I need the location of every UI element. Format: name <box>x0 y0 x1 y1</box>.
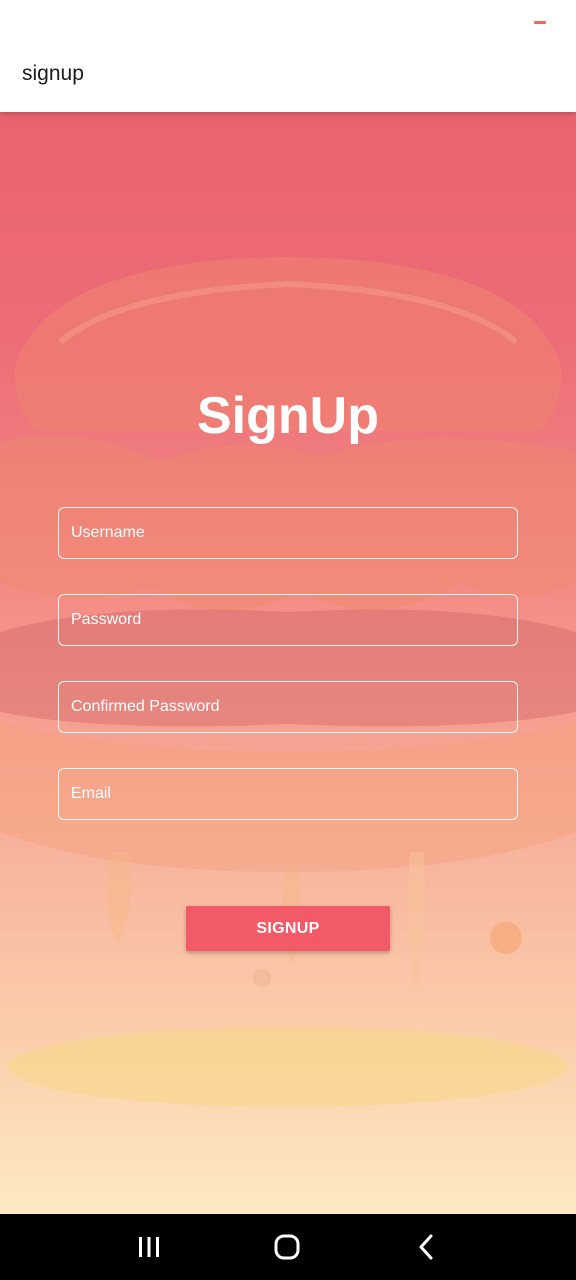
app-bar-title: signup <box>22 62 84 85</box>
confirm-password-input[interactable] <box>59 682 517 732</box>
signup-button[interactable]: SIGNUP <box>186 906 390 951</box>
email-field[interactable] <box>58 768 518 820</box>
username-field[interactable] <box>58 507 518 559</box>
home-button[interactable] <box>247 1214 327 1280</box>
home-icon <box>274 1234 300 1260</box>
system-nav-bar <box>0 1214 576 1280</box>
password-input[interactable] <box>59 595 517 645</box>
recents-icon <box>139 1237 159 1257</box>
password-field[interactable] <box>58 594 518 646</box>
app-bar: signup <box>0 0 576 112</box>
back-button[interactable] <box>386 1214 466 1280</box>
email-input[interactable] <box>59 769 517 819</box>
page-heading: SignUp <box>197 387 379 445</box>
username-input[interactable] <box>59 508 517 558</box>
overflow-menu-icon[interactable] <box>534 21 546 24</box>
burger-background-image <box>0 257 576 1107</box>
confirm-password-field[interactable] <box>58 681 518 733</box>
recents-button[interactable] <box>109 1214 189 1280</box>
signup-screen: SignUp SIGNUP <box>0 112 576 1214</box>
back-icon <box>419 1234 433 1260</box>
